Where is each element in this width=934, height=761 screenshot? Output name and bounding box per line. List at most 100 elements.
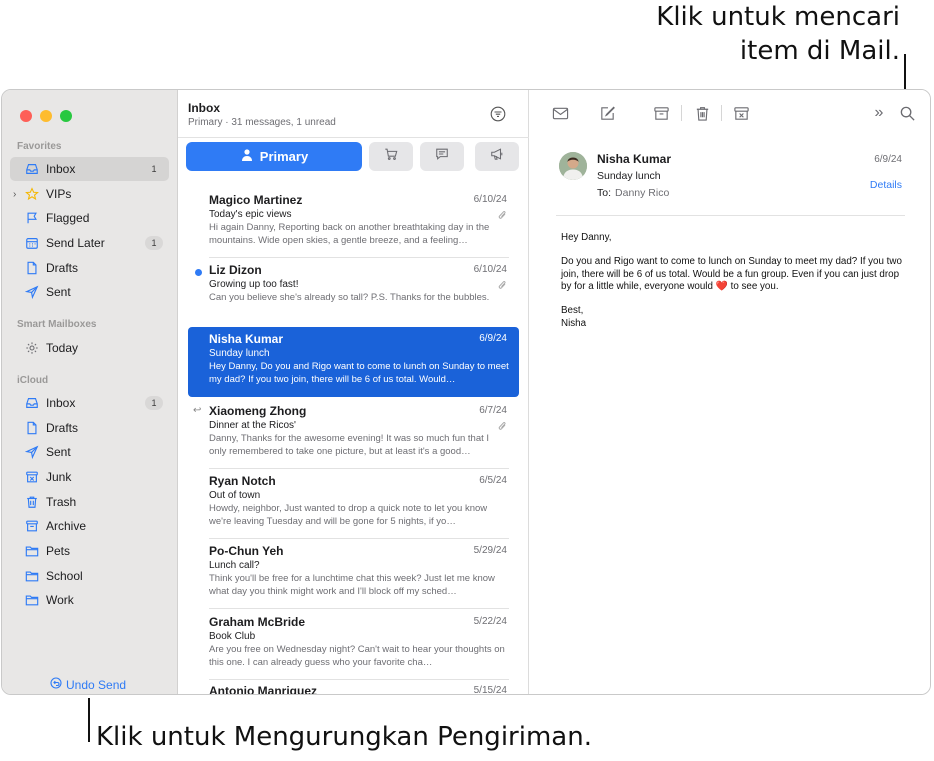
message-sender: Antonio Manriquez <box>209 684 317 695</box>
undo-send-label: Undo Send <box>66 677 127 692</box>
paperclip-icon <box>498 211 506 219</box>
message-date: 5/15/24 <box>473 685 507 695</box>
undo-send-button[interactable]: Undo Send <box>50 677 126 692</box>
sidebar-item-label: Pets <box>46 544 71 558</box>
reading-pane: » Nisha Kumar 6/9/24 Sunday lunch To: Dan… <box>529 90 930 694</box>
search-icon <box>900 106 915 121</box>
chevron-right-icon[interactable]: › <box>13 189 16 200</box>
message-body: Do you and Rigo want to come to lunch on… <box>561 256 911 294</box>
mailbox-title: Inbox <box>188 101 220 115</box>
tab-updates[interactable] <box>420 142 464 171</box>
message-row[interactable]: Magico Martinez 6/10/24 Today's epic vie… <box>188 188 519 258</box>
message-preview: Hi again Danny, Reporting back on anothe… <box>209 222 490 246</box>
tab-promotions[interactable] <box>475 142 519 171</box>
megaphone-icon <box>490 147 504 166</box>
message-sender: Magico Martinez <box>209 193 303 207</box>
sidebar-item-label: VIPs <box>46 187 72 201</box>
sidebar-item-favorites-sent[interactable]: Sent <box>10 280 169 304</box>
sidebar-item-trash[interactable]: Trash <box>10 490 169 514</box>
message-row[interactable]: ↩ Xiaomeng Zhong 6/7/24 Dinner at the Ri… <box>188 399 519 469</box>
sidebar-item-favorites-drafts[interactable]: Drafts <box>10 256 169 280</box>
sidebar-item-today[interactable]: Today <box>10 336 169 360</box>
sidebar-item-label: Trash <box>46 495 77 509</box>
sidebar-item-icloud-sent[interactable]: Sent <box>10 440 169 464</box>
message-row-selected[interactable]: Nisha Kumar 6/9/24 Sunday lunch Hey Dann… <box>188 327 519 397</box>
sidebar-section-icloud: iCloud <box>17 375 49 386</box>
sidebar-item-work[interactable]: Work <box>10 588 169 612</box>
get-mail-button[interactable] <box>551 104 569 122</box>
archive-button[interactable] <box>652 104 670 122</box>
chevrons-right-icon: » <box>874 104 884 121</box>
message-sender: Po-Chun Yeh <box>209 544 284 558</box>
message-date: 6/5/24 <box>479 475 507 486</box>
sidebar-item-pets[interactable]: Pets <box>10 539 169 563</box>
junk-button[interactable] <box>732 104 750 122</box>
message-preview: Danny, Thanks for the awesome evening! I… <box>209 433 490 457</box>
message-preview: Are you free on Wednesday night? Can't w… <box>209 644 505 668</box>
sidebar-item-flagged[interactable]: Flagged <box>10 206 169 230</box>
message-row[interactable]: Ryan Notch 6/5/24 Out of town Howdy, nei… <box>188 469 519 539</box>
compose-icon <box>600 106 615 120</box>
message-date: 5/22/24 <box>473 616 507 627</box>
recipient-line: To: Danny Rico <box>597 187 669 199</box>
sidebar-item-send-later[interactable]: Send Later 1 <box>10 231 169 255</box>
unread-badge: 1 <box>151 164 157 174</box>
message-subject: Today's epic views <box>209 209 292 220</box>
search-button[interactable] <box>898 104 916 122</box>
message-row[interactable]: Po-Chun Yeh 5/29/24 Lunch call? Think yo… <box>188 539 519 609</box>
close-window-button[interactable] <box>20 110 32 122</box>
tab-transactions[interactable] <box>369 142 413 171</box>
divider <box>721 105 722 121</box>
archive-icon <box>653 106 669 120</box>
message-greeting: Hey Danny, <box>561 232 612 243</box>
sidebar-section-favorites: Favorites <box>17 141 62 152</box>
search-callout-line1: Klik untuk mencari <box>656 2 900 32</box>
minimize-window-button[interactable] <box>40 110 52 122</box>
filter-button[interactable] <box>490 106 506 122</box>
sidebar-item-label: Send Later <box>46 236 105 250</box>
heart-emoji: ❤️ <box>715 281 728 292</box>
message-subject: Lunch call? <box>209 560 260 571</box>
sidebar-item-label: Drafts <box>46 421 79 435</box>
paperplane-icon <box>24 444 40 460</box>
compose-button[interactable] <box>598 104 616 122</box>
divider <box>178 137 529 138</box>
tab-primary[interactable]: Primary <box>186 142 362 171</box>
doc-icon <box>24 420 40 436</box>
undo-arrow-icon <box>50 677 62 692</box>
undo-callout-line <box>88 698 90 742</box>
message-row[interactable]: Antonio Manriquez 5/15/24 <box>188 679 519 695</box>
sidebar-item-icloud-drafts[interactable]: Drafts <box>10 416 169 440</box>
count-badge: 1 <box>145 236 163 250</box>
gear-icon <box>24 340 40 356</box>
category-tabs: Primary <box>186 142 520 171</box>
delete-button[interactable] <box>693 104 711 122</box>
more-toolbar-button[interactable]: » <box>870 104 888 122</box>
message-row[interactable]: Graham McBride 5/22/24 Book Club Are you… <box>188 610 519 680</box>
message-subject: Dinner at the Ricos' <box>209 420 296 431</box>
message-date: 6/9/24 <box>479 333 507 344</box>
details-link[interactable]: Details <box>870 179 902 191</box>
sidebar-item-label: Work <box>46 593 74 607</box>
sidebar-item-label: Flagged <box>46 211 90 225</box>
message-row[interactable]: Liz Dizon 6/10/24 Growing up too fast! C… <box>188 258 519 328</box>
trash-icon <box>24 494 40 510</box>
folder-icon <box>24 568 40 584</box>
recipient-name[interactable]: Danny Rico <box>615 187 669 199</box>
sidebar-item-icloud-inbox[interactable]: Inbox 1 <box>10 391 169 415</box>
sidebar-item-junk[interactable]: Junk <box>10 465 169 489</box>
message-date: 6/7/24 <box>479 405 507 416</box>
sidebar-item-archive[interactable]: Archive <box>10 514 169 538</box>
zoom-window-button[interactable] <box>60 110 72 122</box>
divider <box>681 105 682 121</box>
sidebar-item-favorites-inbox[interactable]: Inbox 1 <box>10 157 169 181</box>
doc-icon <box>24 260 40 276</box>
junk-icon <box>733 106 749 120</box>
sidebar-item-vips[interactable]: › VIPs <box>10 182 169 206</box>
sidebar-item-school[interactable]: School <box>10 564 169 588</box>
sidebar-item-label: Sent <box>46 285 71 299</box>
junk-icon <box>24 469 40 485</box>
message-sender: Nisha Kumar <box>209 332 284 346</box>
message-body-end: to see you. <box>730 281 779 292</box>
message-signoff: Best, <box>561 305 584 316</box>
